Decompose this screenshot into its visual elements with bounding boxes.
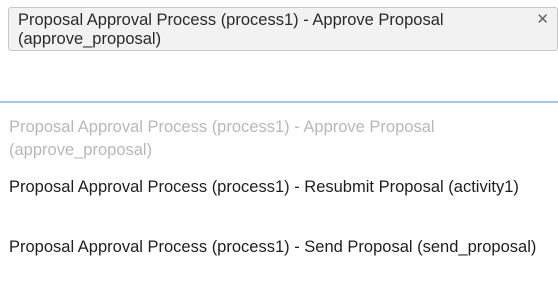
selected-item-label: Proposal Approval Process (process1) - A…: [18, 11, 444, 48]
option-send-proposal[interactable]: Proposal Approval Process (process1) - S…: [0, 225, 558, 285]
options-list: Proposal Approval Process (process1) - A…: [0, 103, 558, 285]
option-resubmit-proposal[interactable]: Proposal Approval Process (process1) - R…: [0, 165, 558, 225]
close-icon[interactable]: ✕: [536, 11, 549, 29]
selected-item-tag: Proposal Approval Process (process1) - A…: [8, 7, 558, 51]
option-approve-proposal: Proposal Approval Process (process1) - A…: [9, 118, 435, 159]
